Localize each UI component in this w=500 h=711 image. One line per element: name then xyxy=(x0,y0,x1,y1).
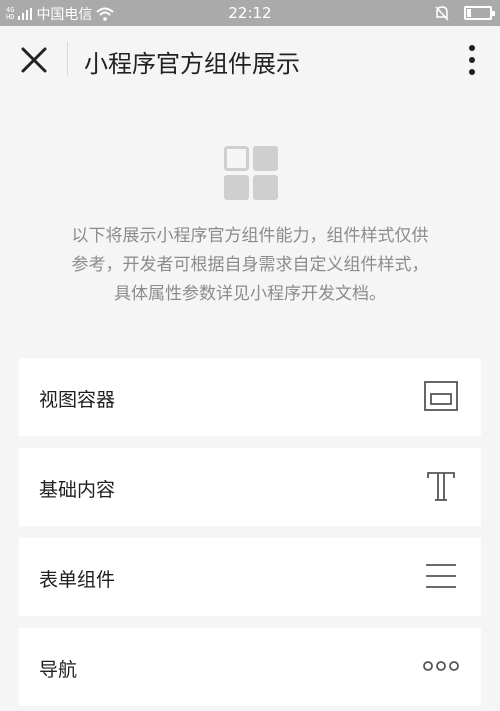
menu-item-label: 视图容器 xyxy=(39,389,116,411)
text-t-icon xyxy=(427,472,455,501)
nav-divider xyxy=(67,42,68,76)
intro-line: 具体属性参数详见小程序开发文档。 xyxy=(114,284,386,304)
menu-item-label: 表单组件 xyxy=(39,569,116,591)
components-grid-icon xyxy=(224,146,278,200)
three-dots-icon xyxy=(423,661,459,671)
page-title: 小程序官方组件展示 xyxy=(84,50,300,78)
status-right xyxy=(434,5,495,21)
close-icon[interactable] xyxy=(18,44,50,76)
status-time: 22:12 xyxy=(228,4,272,22)
menu-item-form-components[interactable]: 表单组件 xyxy=(19,538,481,616)
menu-item-view-container[interactable]: 视图容器 xyxy=(19,358,481,436)
menu-item-basic-content[interactable]: 基础内容 xyxy=(19,448,481,526)
battery-level-fill xyxy=(467,9,471,17)
lines-icon xyxy=(426,564,456,588)
battery-icon xyxy=(464,6,495,20)
notification-off-icon xyxy=(435,6,449,21)
navigation-bar: 小程序官方组件展示 xyxy=(0,26,500,92)
more-menu-icon[interactable] xyxy=(462,42,482,78)
intro-description: 以下将展示小程序官方组件能力，组件样式仅供 参考，开发者可根据自身需求自定义组件… xyxy=(40,222,460,309)
menu-item-label: 基础内容 xyxy=(39,479,116,501)
intro-line: 以下将展示小程序官方组件能力，组件样式仅供 xyxy=(71,226,429,246)
menu-item-navigation[interactable]: 导航 xyxy=(19,628,481,706)
intro-line: 参考，开发者可根据自身需求自定义组件样式， xyxy=(71,255,429,275)
view-container-icon xyxy=(424,381,458,411)
status-bar: 4G HD 中国电信 22:12 xyxy=(0,0,500,26)
menu-item-label: 导航 xyxy=(39,659,78,681)
